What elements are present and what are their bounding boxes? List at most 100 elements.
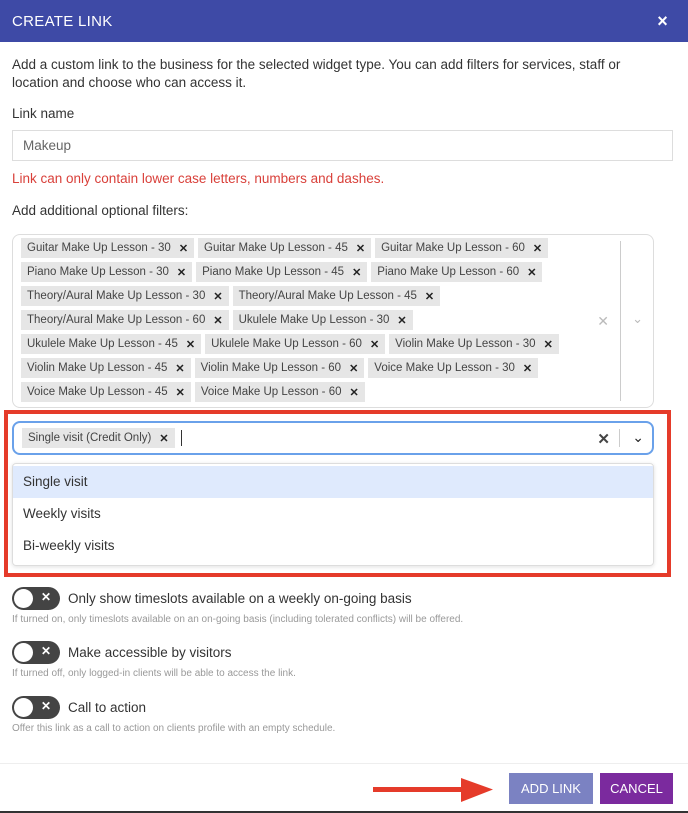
services-multiselect[interactable]: Guitar Make Up Lesson - 30 ✕ Guitar Make U… (12, 234, 654, 408)
toggle-switch[interactable]: ✕ (12, 641, 60, 664)
service-chip: Guitar Make Up Lesson - 60 ✕ (375, 238, 549, 258)
visit-options-menu: Single visit Weekly visits Bi-weekly vis… (12, 463, 654, 566)
service-chip: Piano Make Up Lesson - 30 ✕ (21, 262, 193, 282)
chip-label: Theory/Aural Make Up Lesson - 30 (27, 290, 206, 302)
remove-chip-icon[interactable]: ✕ (350, 386, 359, 399)
dialog-description: Add a custom link to the business for th… (12, 57, 621, 90)
toggle-hint: If turned off, only logged-in clients wi… (12, 668, 296, 679)
remove-chip-icon[interactable]: ✕ (175, 362, 184, 375)
toggle-label: Only show timeslots available on a weekl… (68, 591, 412, 606)
x-icon: ✕ (40, 590, 51, 604)
remove-chip-icon[interactable]: ✕ (356, 242, 365, 255)
remove-chip-icon[interactable]: ✕ (179, 242, 188, 255)
chip-label: Ukulele Make Up Lesson - 45 (27, 338, 178, 350)
chip-row: Piano Make Up Lesson - 30 ✕ Piano Make Up … (21, 262, 653, 282)
chip-label: Voice Make Up Lesson - 45 (27, 386, 168, 398)
red-arrow-icon (373, 778, 493, 802)
remove-chip-icon[interactable]: ✕ (370, 338, 379, 351)
chip-label: Ukulele Make Up Lesson - 60 (211, 338, 362, 350)
cancel-button[interactable]: CANCEL (600, 773, 673, 804)
service-chip: Guitar Make Up Lesson - 30 ✕ (21, 238, 195, 258)
link-name-input[interactable]: Makeup (12, 130, 673, 161)
chip-label: Voice Make Up Lesson - 60 (200, 386, 342, 398)
remove-chip-icon[interactable]: ✕ (527, 266, 536, 279)
selected-chip: Single visit (Credit Only) ✕ (22, 428, 175, 448)
add-link-button[interactable]: ADD LINK (509, 773, 593, 804)
toggle-switch[interactable]: ✕ (12, 696, 60, 719)
remove-chip-icon[interactable]: ✕ (349, 362, 358, 375)
close-icon[interactable]: × (657, 11, 668, 32)
chip-label: Guitar Make Up Lesson - 45 (204, 242, 348, 254)
toggle-switch[interactable]: ✕ (12, 587, 60, 610)
toggle-weekly-basis[interactable]: ✕ Only show timeslots available on a week… (12, 587, 412, 610)
remove-chip-icon[interactable]: ✕ (523, 362, 532, 375)
chip-label: Piano Make Up Lesson - 45 (202, 266, 345, 278)
service-chip: Ukulele Make Up Lesson - 45 ✕ (21, 334, 202, 354)
toggle-label: Call to action (68, 700, 147, 715)
chip-label: Piano Make Up Lesson - 60 (377, 266, 520, 278)
chip-label: Violin Make Up Lesson - 30 (395, 338, 536, 350)
chip-label: Guitar Make Up Lesson - 30 (27, 242, 171, 254)
chevron-down-icon[interactable]: ⌄ (632, 429, 644, 446)
remove-chip-icon[interactable]: ✕ (544, 338, 553, 351)
toggle-hint: If turned on, only timeslots available o… (12, 614, 464, 625)
service-chip: Theory/Aural Make Up Lesson - 45 ✕ (232, 286, 441, 306)
toggle-hint: Offer this link as a call to action on c… (12, 723, 336, 734)
option-single-visit[interactable]: Single visit (13, 466, 653, 498)
link-name-label: Link name (12, 106, 75, 121)
link-name-error: Link can only contain lower case letters… (12, 171, 385, 186)
chip-row: Guitar Make Up Lesson - 30 ✕ Guitar Make U… (21, 238, 653, 258)
remove-chip-icon[interactable]: ✕ (397, 314, 406, 327)
remove-chip-icon[interactable]: ✕ (159, 432, 168, 445)
filters-label: Add additional optional filters: (12, 203, 189, 218)
remove-chip-icon[interactable]: ✕ (533, 242, 542, 255)
chip-row: Voice Make Up Lesson - 45 ✕ Voice Make Up … (21, 382, 653, 402)
option-weekly-visits[interactable]: Weekly visits (13, 498, 653, 530)
dialog-title: CREATE LINK (12, 12, 113, 30)
x-icon: ✕ (40, 644, 51, 658)
visit-type-select[interactable]: Single visit (Credit Only) ✕ ✕ ⌄ (12, 421, 654, 455)
option-biweekly-visits[interactable]: Bi-weekly visits (13, 530, 653, 562)
remove-chip-icon[interactable]: ✕ (176, 386, 185, 399)
clear-services-icon[interactable]: ✕ (597, 313, 609, 330)
service-chip: Piano Make Up Lesson - 45 ✕ (196, 262, 368, 282)
chip-row: Theory/Aural Make Up Lesson - 30 ✕ Theory/… (21, 286, 653, 306)
chevron-down-icon[interactable]: ⌄ (632, 311, 643, 327)
chip-label: Voice Make Up Lesson - 30 (374, 362, 515, 374)
chip-label: Guitar Make Up Lesson - 60 (381, 242, 525, 254)
remove-chip-icon[interactable]: ✕ (177, 266, 186, 279)
chip-label: Violin Make Up Lesson - 45 (27, 362, 168, 374)
chip-label: Violin Make Up Lesson - 60 (200, 362, 342, 374)
service-chip: Piano Make Up Lesson - 60 ✕ (371, 262, 543, 282)
remove-chip-icon[interactable]: ✕ (352, 266, 361, 279)
footer-divider (0, 763, 688, 764)
x-icon: ✕ (40, 699, 51, 713)
toggle-label: Make accessible by visitors (68, 645, 232, 660)
clear-selection-icon[interactable]: ✕ (597, 430, 610, 448)
chip-label: Piano Make Up Lesson - 30 (27, 266, 169, 278)
chip-label: Theory/Aural Make Up Lesson - 60 (27, 314, 206, 326)
chip-label: Theory/Aural Make Up Lesson - 45 (238, 290, 417, 302)
service-chip: Voice Make Up Lesson - 45 ✕ (21, 382, 191, 402)
toggle-call-to-action[interactable]: ✕ Call to action (12, 696, 146, 719)
service-chip: Violin Make Up Lesson - 60 ✕ (194, 358, 365, 378)
chip-row: Ukulele Make Up Lesson - 45 ✕ Ukulele Make… (21, 334, 653, 354)
service-chip: Voice Make Up Lesson - 30 ✕ (368, 358, 539, 378)
toggle-visitors[interactable]: ✕ Make accessible by visitors (12, 641, 232, 664)
remove-chip-icon[interactable]: ✕ (213, 314, 222, 327)
separator (619, 429, 620, 447)
remove-chip-icon[interactable]: ✕ (186, 338, 195, 351)
separator (620, 241, 621, 401)
service-chip: Theory/Aural Make Up Lesson - 60 ✕ (21, 310, 229, 330)
text-cursor (180, 430, 182, 446)
chip-row: Theory/Aural Make Up Lesson - 60 ✕ Ukulele… (21, 310, 653, 330)
dialog-header: CREATE LINK × (0, 0, 688, 42)
service-chip: Ukulele Make Up Lesson - 60 ✕ (205, 334, 386, 354)
remove-chip-icon[interactable]: ✕ (425, 290, 434, 303)
remove-chip-icon[interactable]: ✕ (213, 290, 222, 303)
service-chip: Guitar Make Up Lesson - 45 ✕ (198, 238, 372, 258)
chip-row: Violin Make Up Lesson - 45 ✕ Violin Make U… (21, 358, 653, 378)
service-chip: Voice Make Up Lesson - 60 ✕ (194, 382, 365, 402)
service-chip: Ukulele Make Up Lesson - 30 ✕ (232, 310, 413, 330)
service-chip: Violin Make Up Lesson - 45 ✕ (21, 358, 191, 378)
